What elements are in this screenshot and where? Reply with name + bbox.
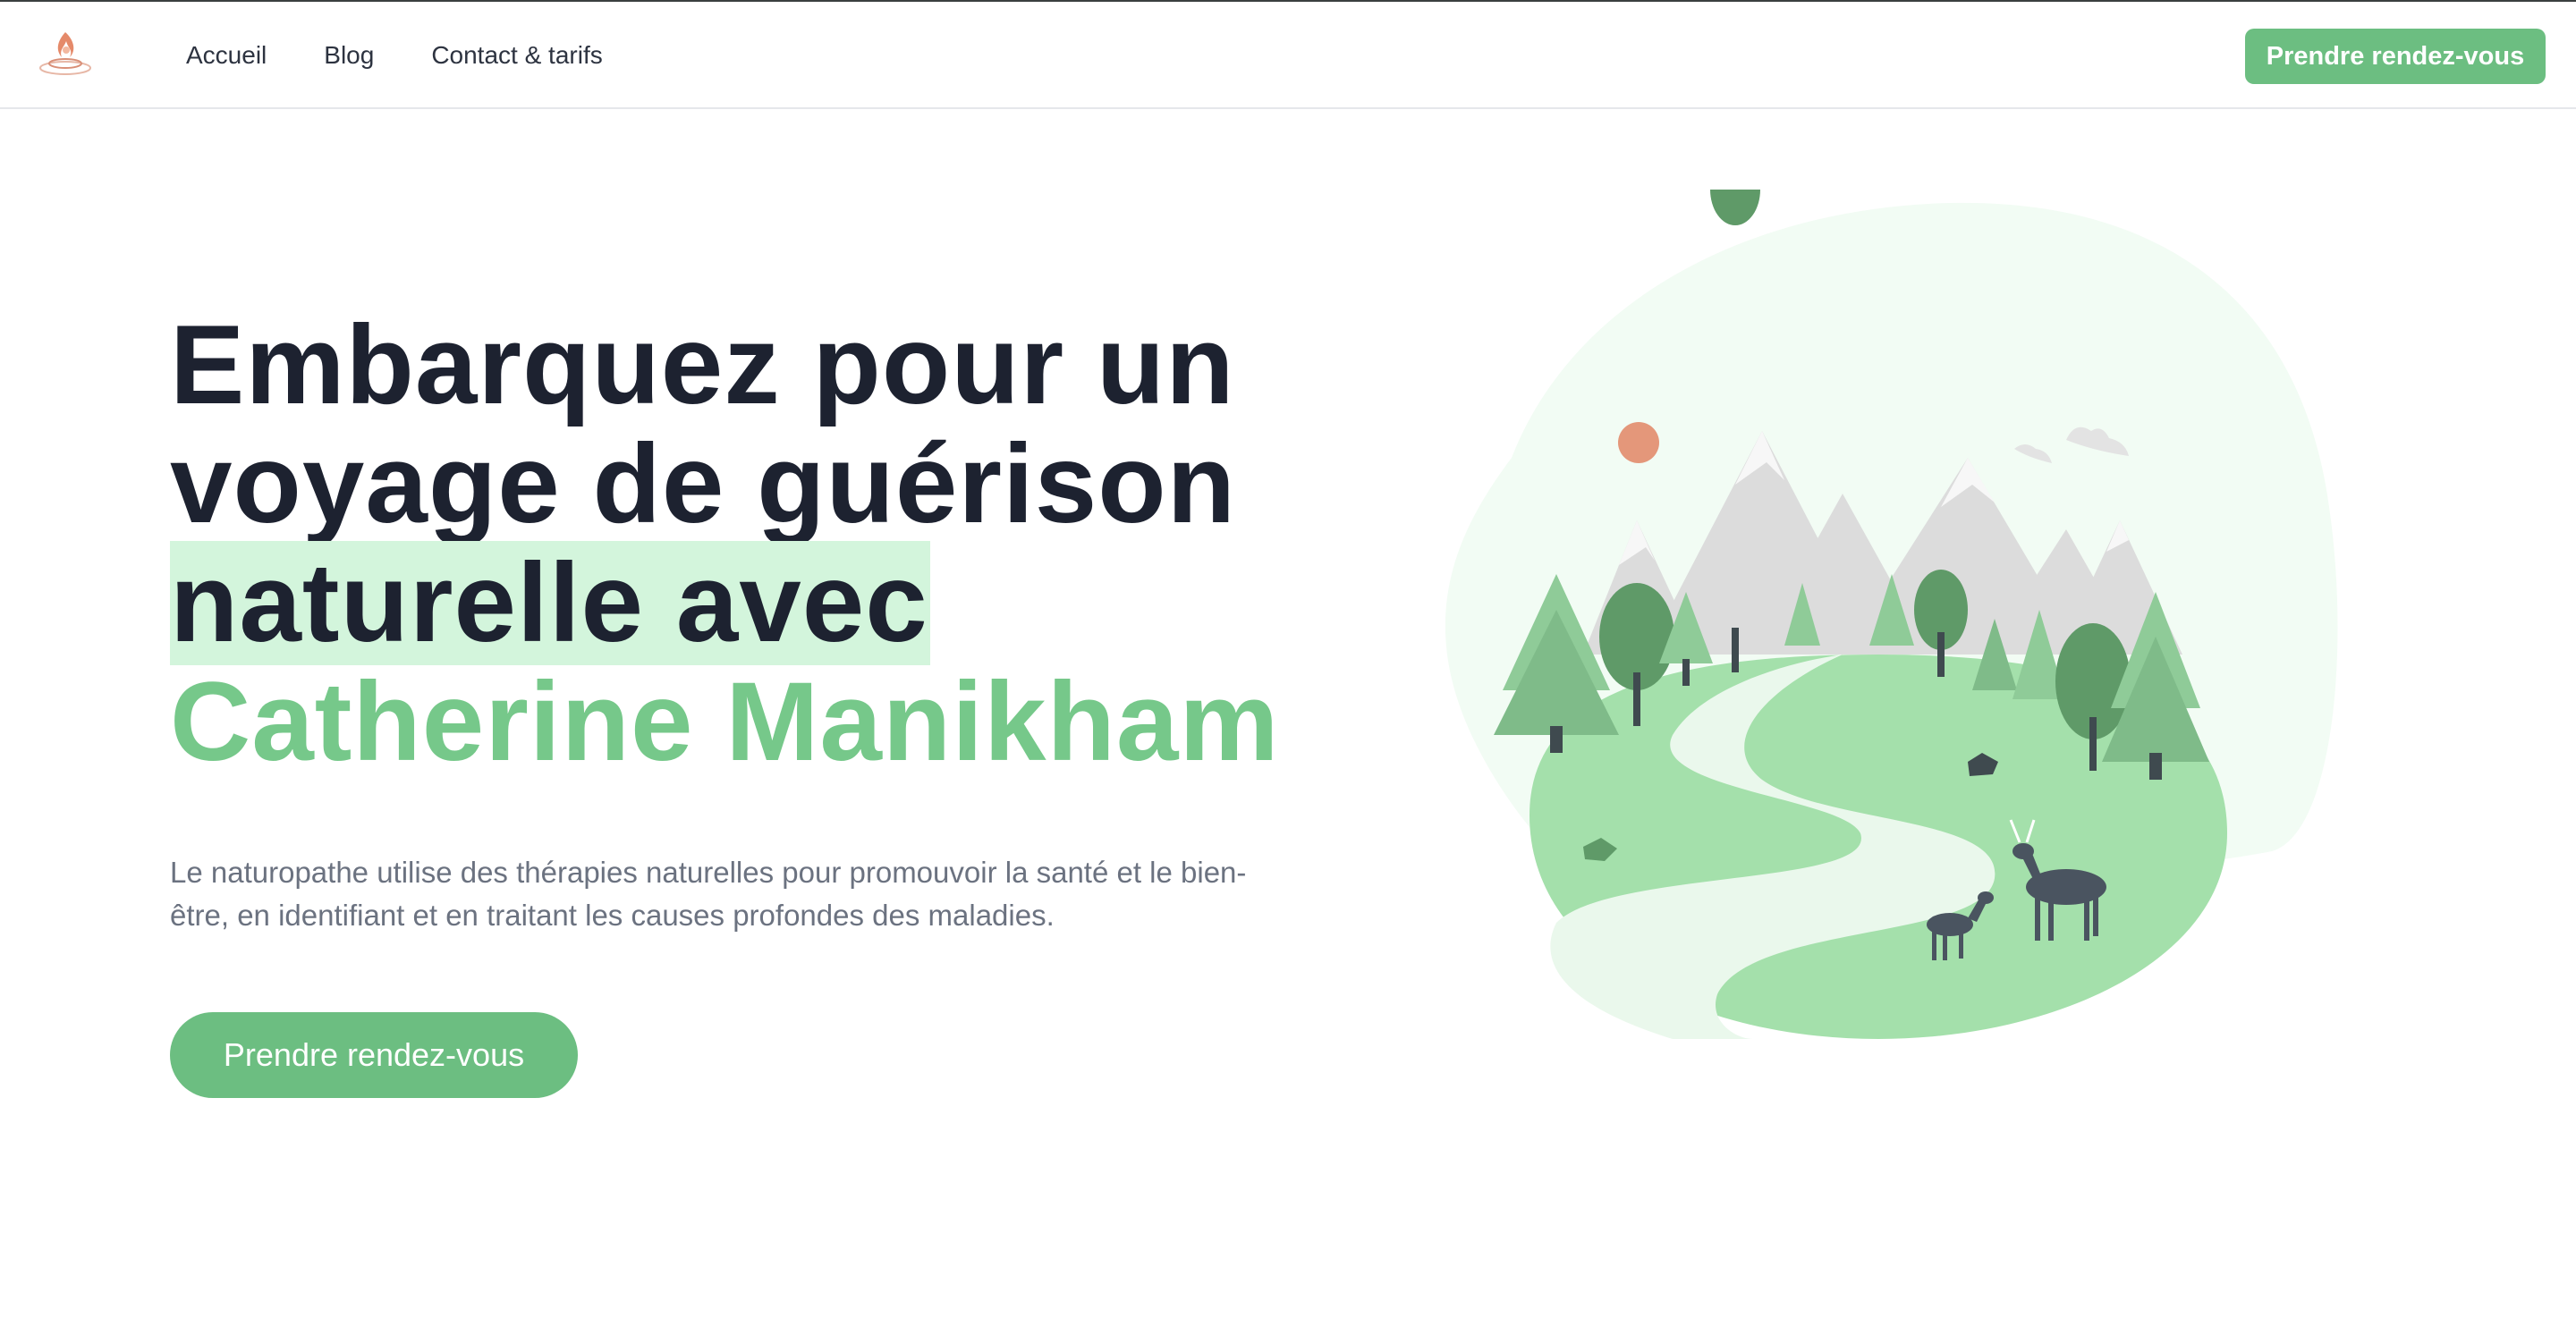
nav-link-blog[interactable]: Blog: [324, 41, 374, 70]
hero-title-highlight: naturelle avec: [170, 541, 930, 665]
hero-title-line: voyage de guérison: [170, 422, 1236, 546]
sun-icon: [1618, 422, 1659, 463]
hero-title-line: Embarquez pour un: [170, 303, 1235, 427]
forest-landscape-illustration: [1445, 190, 2338, 1039]
nav-link-contact-tarifs[interactable]: Contact & tarifs: [431, 41, 602, 70]
hero-title: Embarquez pour un voyage de guérison nat…: [170, 306, 1351, 781]
main-nav: Accueil Blog Contact & tarifs: [186, 2, 603, 109]
hero-title-name: Catherine Manikham: [170, 660, 1280, 784]
site-header: Accueil Blog Contact & tarifs Prendre re…: [0, 2, 2576, 109]
page: Accueil Blog Contact & tarifs Prendre re…: [0, 0, 2576, 1343]
header-appointment-button[interactable]: Prendre rendez-vous: [2245, 29, 2546, 84]
hero-appointment-button[interactable]: Prendre rendez-vous: [170, 1012, 578, 1098]
nav-link-accueil[interactable]: Accueil: [186, 41, 267, 70]
logo-icon[interactable]: [32, 21, 98, 88]
hero-description: Le naturopathe utilise des thérapies nat…: [170, 856, 1247, 932]
